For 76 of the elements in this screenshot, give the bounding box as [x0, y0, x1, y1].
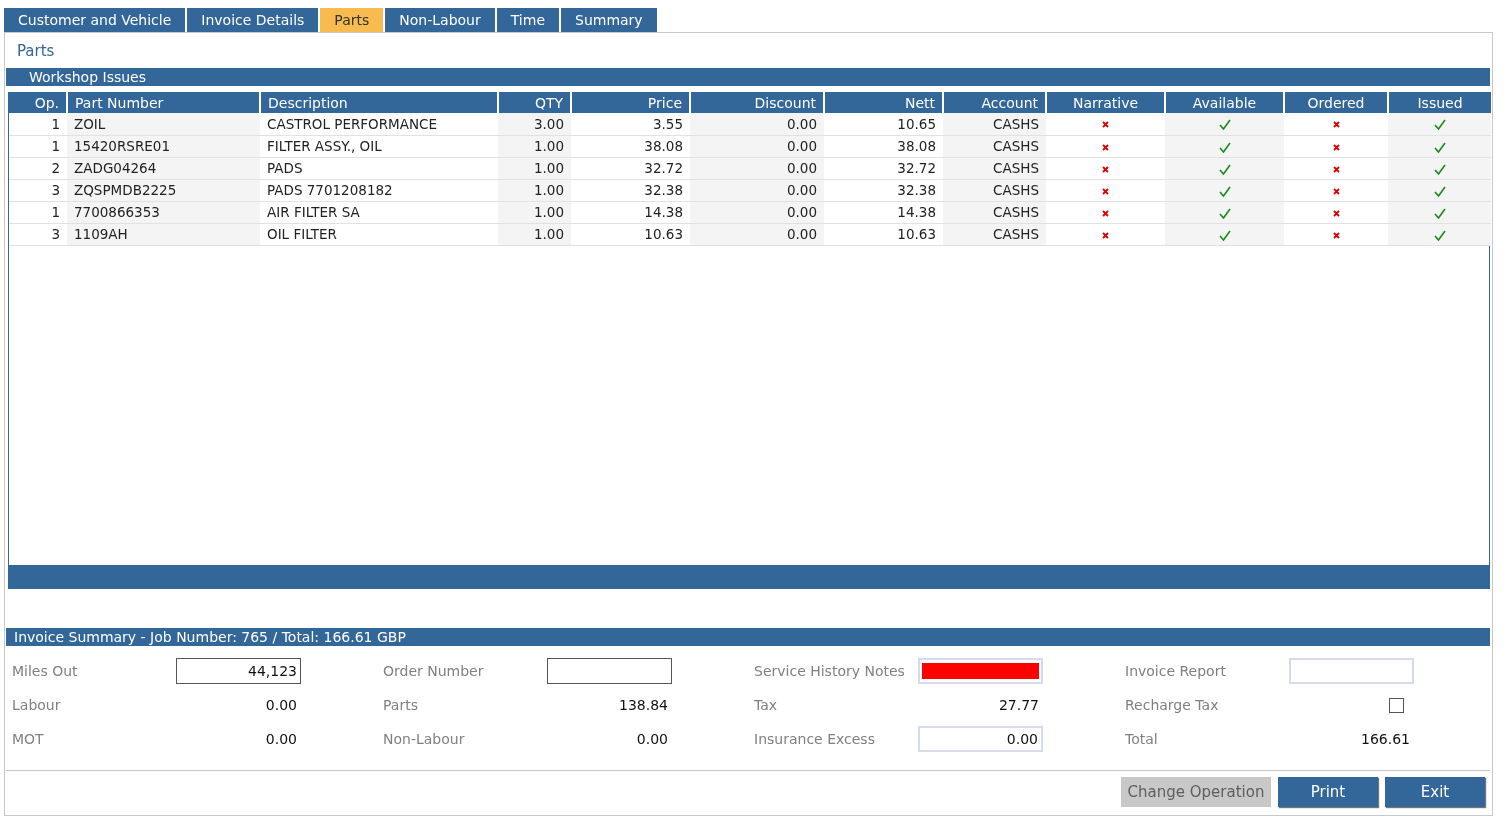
tab[interactable]: Parts — [320, 8, 384, 32]
table-cell: 1.00 — [498, 157, 571, 179]
table-cell: OIL FILTER — [260, 223, 498, 245]
table-cell: 0.00 — [690, 135, 824, 157]
field-label: Total — [1125, 731, 1159, 747]
field-label: Recharge Tax — [1125, 697, 1220, 713]
field-label: Tax — [754, 697, 779, 713]
table-cell: 3.00 — [498, 113, 571, 135]
table-cell: 1.00 — [498, 223, 571, 245]
field-label: Order Number — [383, 663, 485, 679]
table-cell: 1.00 — [498, 135, 571, 157]
color-field[interactable] — [918, 658, 1043, 684]
field-label: Non-Labour — [383, 731, 466, 747]
table-cell: 0.00 — [690, 223, 824, 245]
table-cell: 15420RSRE01 — [67, 135, 260, 157]
table-cell: 0.00 — [690, 179, 824, 201]
column-header[interactable]: Part Number — [67, 92, 260, 113]
field-value: 0.00 — [264, 731, 298, 747]
field-value: 0.00 — [264, 697, 298, 713]
field-label: Invoice Report — [1125, 663, 1227, 679]
table-cell: CASTROL PERFORMANCE — [260, 113, 498, 135]
table-cell: PADS 7701208182 — [260, 179, 498, 201]
tab[interactable]: Invoice Details — [187, 8, 319, 32]
field-value: 27.77 — [997, 697, 1040, 713]
table-cell: 7700866353 — [67, 201, 260, 223]
field-label: Parts — [383, 697, 419, 713]
input-field[interactable]: 44,123 — [176, 658, 301, 684]
checkbox[interactable] — [1389, 697, 1404, 713]
page-title: Parts — [16, 41, 56, 59]
field-label: Labour — [12, 697, 62, 713]
section-header: Workshop Issues — [6, 68, 1490, 86]
column-header[interactable]: Ordered — [1284, 92, 1388, 113]
field-label: Service History Notes — [754, 663, 906, 679]
column-header[interactable]: Nett — [824, 92, 943, 113]
table-cell: AIR FILTER SA — [260, 201, 498, 223]
button[interactable]: Exit — [1385, 777, 1485, 807]
field-value: 166.61 — [1360, 731, 1411, 747]
input-field[interactable]: 0.00 — [918, 726, 1043, 752]
field-label: Insurance Excess — [754, 731, 876, 747]
table-cell: 0.00 — [690, 201, 824, 223]
tab[interactable]: Customer and Vehicle — [4, 8, 186, 32]
table-cell: 0.00 — [690, 113, 824, 135]
column-header[interactable]: Price — [571, 92, 690, 113]
column-header[interactable]: Op. — [9, 92, 67, 113]
table-cell: PADS — [260, 157, 498, 179]
table-cell: FILTER ASSY., OIL — [260, 135, 498, 157]
field-label: MOT — [12, 731, 45, 747]
table-cell: 1.00 — [498, 179, 571, 201]
table-cell: CASHS — [943, 135, 1046, 157]
field-value: 138.84 — [618, 697, 669, 713]
column-header[interactable]: Narrative — [1046, 92, 1165, 113]
tab[interactable]: Summary — [561, 8, 657, 32]
input-field[interactable] — [547, 658, 672, 684]
table-cell: CASHS — [943, 201, 1046, 223]
column-header[interactable]: Discount — [690, 92, 824, 113]
table-cell: CASHS — [943, 179, 1046, 201]
column-header[interactable]: Available — [1165, 92, 1284, 113]
field-value: 0.00 — [635, 731, 669, 747]
column-header[interactable]: QTY — [498, 92, 571, 113]
tab[interactable]: Non-Labour — [385, 8, 495, 32]
table-cell: ZQSPMDB2225 — [67, 179, 260, 201]
field-label: Miles Out — [12, 663, 79, 679]
table-cell: ZOIL — [67, 113, 260, 135]
column-header[interactable]: Issued — [1388, 92, 1491, 113]
table-cell: CASHS — [943, 223, 1046, 245]
button[interactable]: Print — [1278, 777, 1378, 807]
table-cell: ZADG04264 — [67, 157, 260, 179]
table-cell: CASHS — [943, 113, 1046, 135]
table-cell: 1109AH — [67, 223, 260, 245]
table-cell: 0.00 — [690, 157, 824, 179]
summary-header: Invoice Summary - Job Number: 765 / Total: 166.61 GBP — [6, 628, 1490, 646]
table-cell: 1.00 — [498, 201, 571, 223]
tab[interactable]: Time — [496, 8, 559, 32]
column-header[interactable]: Account — [943, 92, 1046, 113]
table-cell: CASHS — [943, 157, 1046, 179]
column-header[interactable]: Description — [260, 92, 498, 113]
